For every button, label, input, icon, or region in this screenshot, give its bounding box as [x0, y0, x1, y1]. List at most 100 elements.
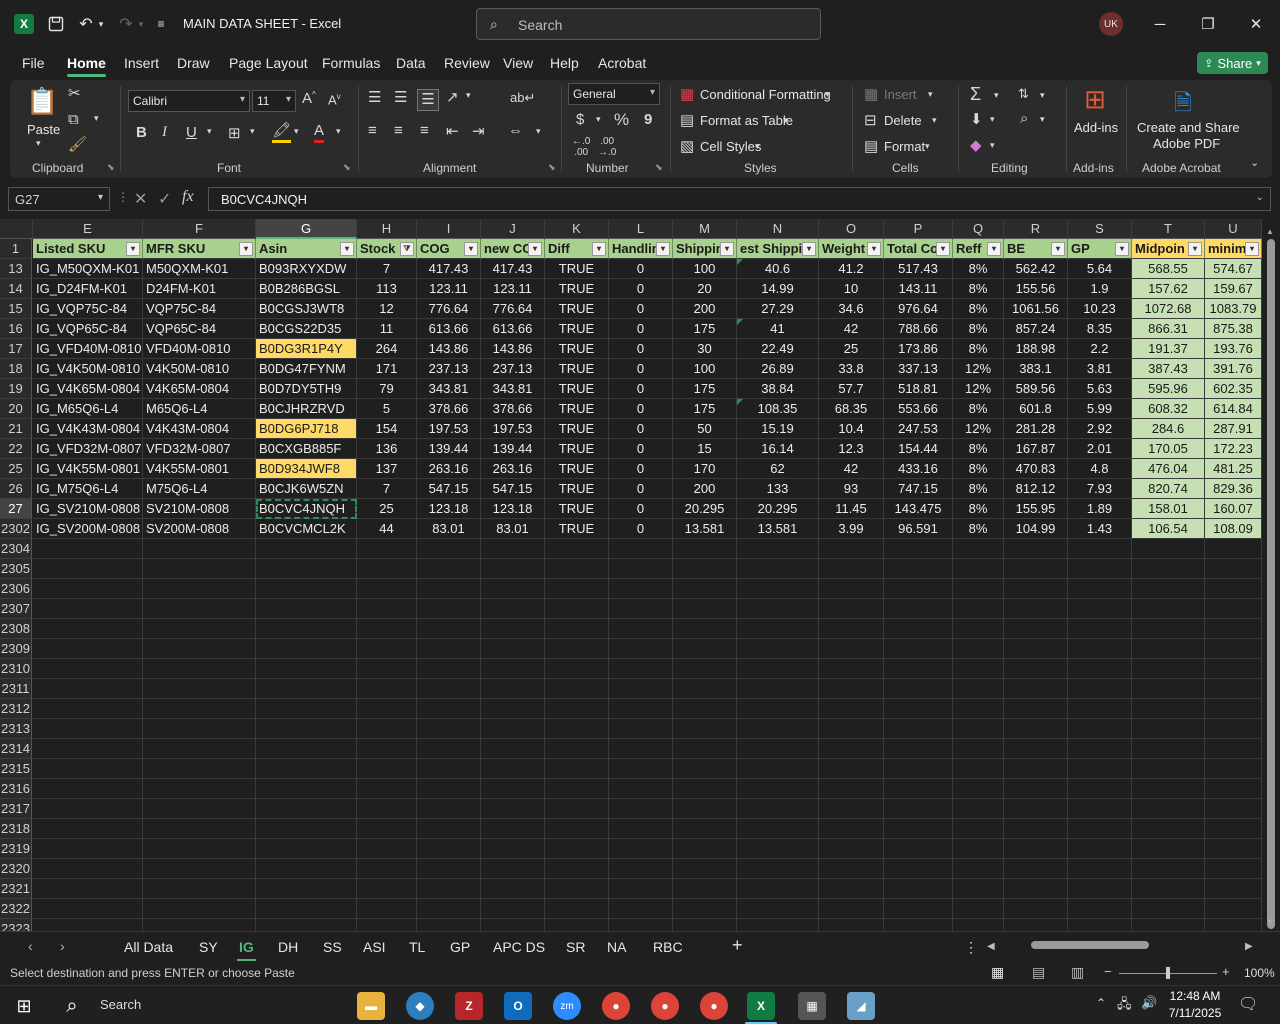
horizontal-scroll-thumb[interactable]: [1031, 941, 1149, 949]
table-cell[interactable]: 136: [357, 439, 417, 459]
row-header[interactable]: 13: [0, 259, 32, 279]
sheet-next-icon[interactable]: ›: [60, 938, 65, 954]
cut-icon[interactable]: ✂: [68, 84, 81, 102]
table-cell[interactable]: [143, 879, 256, 899]
chevron-down-icon[interactable]: ▾: [990, 140, 995, 151]
table-cell[interactable]: 562.42: [1004, 259, 1068, 279]
table-cell[interactable]: [609, 559, 673, 579]
table-cell[interactable]: [1205, 679, 1262, 699]
table-cell[interactable]: 8%: [953, 319, 1004, 339]
table-cell[interactable]: [33, 799, 143, 819]
table-cell[interactable]: [33, 759, 143, 779]
table-cell[interactable]: [1205, 579, 1262, 599]
normal-view-icon[interactable]: ▦: [991, 964, 1004, 981]
search-icon[interactable]: ⌕: [58, 992, 86, 1020]
table-cell[interactable]: 875.38: [1205, 319, 1262, 339]
table-cell[interactable]: M65Q6-L4: [143, 399, 256, 419]
row-header[interactable]: 2318: [0, 819, 32, 839]
sheet-tab-all-data[interactable]: All Data: [124, 939, 173, 955]
table-cell[interactable]: [1004, 719, 1068, 739]
table-cell[interactable]: [357, 879, 417, 899]
table-cell[interactable]: [357, 599, 417, 619]
table-cell[interactable]: 1083.79: [1205, 299, 1262, 319]
table-cell[interactable]: [1205, 739, 1262, 759]
table-cell[interactable]: [1004, 539, 1068, 559]
row-header[interactable]: 18: [0, 359, 32, 379]
name-box[interactable]: G27 ▾: [8, 187, 110, 211]
table-cell[interactable]: [953, 539, 1004, 559]
copy-icon[interactable]: ⧉: [68, 111, 79, 128]
table-cell[interactable]: [1132, 559, 1205, 579]
table-cell[interactable]: 8%: [953, 519, 1004, 539]
table-cell[interactable]: [1004, 759, 1068, 779]
column-header[interactable]: P: [884, 219, 953, 239]
table-cell[interactable]: 5: [357, 399, 417, 419]
table-cell[interactable]: [673, 759, 737, 779]
table-cell[interactable]: [417, 559, 481, 579]
table-cell[interactable]: TRUE: [545, 439, 609, 459]
table-cell[interactable]: [609, 679, 673, 699]
table-cell[interactable]: 62: [737, 459, 819, 479]
table-cell[interactable]: 16.14: [737, 439, 819, 459]
table-cell[interactable]: 22.49: [737, 339, 819, 359]
table-cell[interactable]: 4.8: [1068, 459, 1132, 479]
table-cell[interactable]: [417, 919, 481, 931]
table-cell[interactable]: 193.76: [1205, 339, 1262, 359]
table-cell[interactable]: [673, 879, 737, 899]
table-cell[interactable]: [819, 799, 884, 819]
table-cell[interactable]: 13.581: [737, 519, 819, 539]
align-top-icon[interactable]: ☰: [368, 88, 381, 106]
table-cell[interactable]: 776.64: [481, 299, 545, 319]
table-cell[interactable]: [545, 819, 609, 839]
table-cell[interactable]: [609, 799, 673, 819]
table-cell[interactable]: [737, 879, 819, 899]
table-cell[interactable]: [1132, 619, 1205, 639]
chrome-icon[interactable]: ●: [700, 992, 728, 1020]
table-cell[interactable]: IG_VQP75C-84: [33, 299, 143, 319]
table-cell[interactable]: [1004, 779, 1068, 799]
table-cell[interactable]: [417, 799, 481, 819]
column-header[interactable]: J: [481, 219, 545, 239]
insert-cells-button[interactable]: Insert: [884, 87, 917, 102]
table-cell[interactable]: [545, 919, 609, 931]
table-cell[interactable]: [545, 539, 609, 559]
delete-cells-button[interactable]: Delete: [884, 113, 922, 128]
filter-dropdown-icon[interactable]: ▾: [936, 242, 950, 256]
spreadsheet-grid[interactable]: E F G H I J K L M N O P Q R S T U 1 Listed SKU ▾ MFR SKU ▾ Asi…: [0, 219, 1262, 931]
borders-icon[interactable]: ⊞: [228, 124, 241, 142]
table-cell[interactable]: [1132, 799, 1205, 819]
table-cell[interactable]: 8%: [953, 299, 1004, 319]
avatar[interactable]: UK: [1099, 12, 1123, 36]
format-as-table-button[interactable]: Format as Table: [700, 113, 793, 128]
table-cell[interactable]: [256, 699, 357, 719]
row-header[interactable]: 2320: [0, 859, 32, 879]
chrome-icon[interactable]: ●: [651, 992, 679, 1020]
row-header[interactable]: 2308: [0, 619, 32, 639]
chevron-down-icon[interactable]: ▾: [825, 89, 830, 100]
table-cell[interactable]: [481, 799, 545, 819]
filter-dropdown-icon[interactable]: ▾: [656, 242, 670, 256]
table-cell[interactable]: [143, 819, 256, 839]
row-header[interactable]: 2315: [0, 759, 32, 779]
create-share-pdf-line2[interactable]: Adobe PDF: [1153, 136, 1220, 151]
bold-button[interactable]: B: [136, 124, 147, 141]
table-cell[interactable]: [819, 839, 884, 859]
table-cell[interactable]: [884, 819, 953, 839]
table-cell[interactable]: [33, 619, 143, 639]
table-cell[interactable]: 133: [737, 479, 819, 499]
table-cell[interactable]: [953, 759, 1004, 779]
table-cell[interactable]: TRUE: [545, 379, 609, 399]
paste-icon[interactable]: 📋: [26, 86, 58, 118]
row-header[interactable]: 26: [0, 479, 32, 499]
filter-dropdown-icon[interactable]: ▾: [528, 242, 542, 256]
table-cell[interactable]: [609, 659, 673, 679]
table-cell[interactable]: V4K50M-0810: [143, 359, 256, 379]
table-cell[interactable]: 0: [609, 259, 673, 279]
table-cell[interactable]: 143.11: [884, 279, 953, 299]
table-cell[interactable]: [737, 559, 819, 579]
table-cell[interactable]: [819, 599, 884, 619]
table-cell[interactable]: 247.53: [884, 419, 953, 439]
filter-dropdown-icon[interactable]: ▾: [1245, 242, 1259, 256]
table-header-cell[interactable]: Stock ⧩: [357, 239, 417, 259]
table-cell[interactable]: 83.01: [417, 519, 481, 539]
